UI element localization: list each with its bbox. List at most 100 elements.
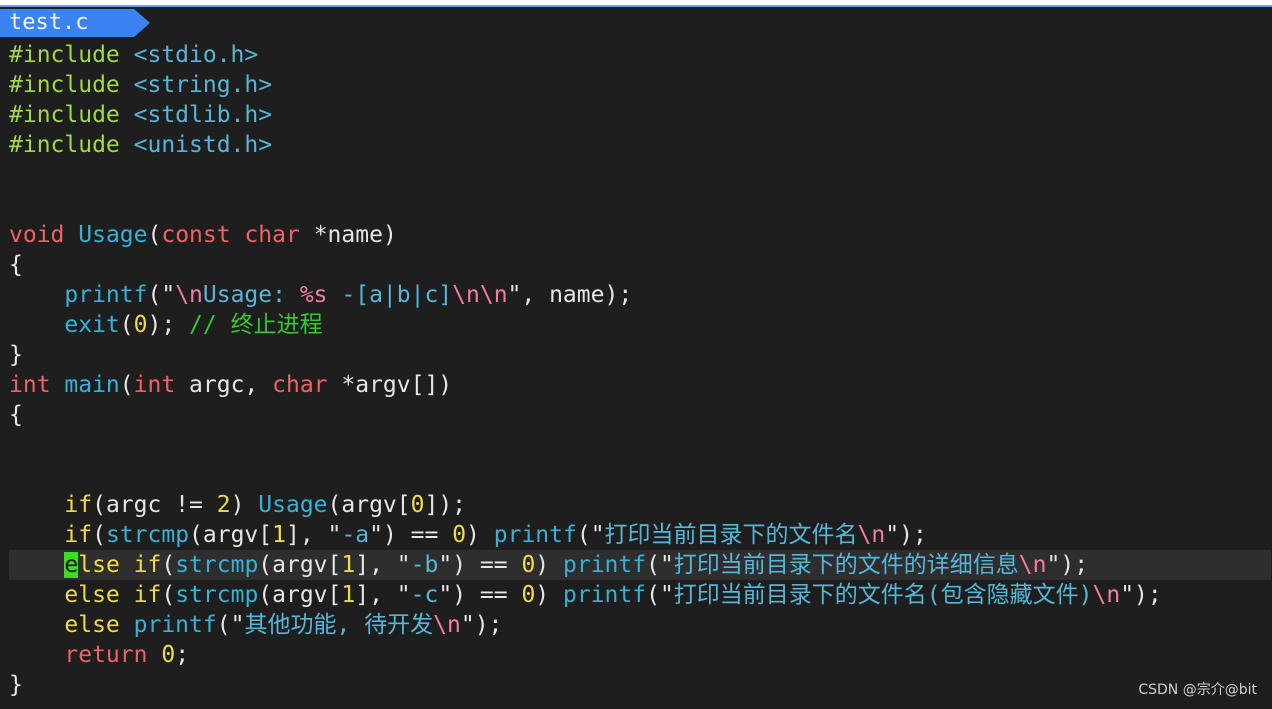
code-token: { — [9, 402, 23, 428]
code-token: (argv[ — [258, 552, 342, 578]
code-token: *argv[]) — [341, 372, 453, 398]
code-token: int — [133, 372, 190, 398]
code-token: "); — [885, 522, 927, 548]
code-token: -c — [410, 582, 439, 608]
code-line[interactable]: } — [9, 670, 1271, 700]
code-token: (" — [646, 552, 674, 578]
code-token: else — [64, 612, 134, 638]
code-line[interactable]: if(argc != 2) Usage(argv[0]); — [9, 490, 1271, 520]
code-token: (argc != — [92, 492, 217, 518]
code-line[interactable]: #include <stdlib.h> — [9, 100, 1271, 130]
code-token: (argv[ — [327, 492, 411, 518]
code-token: ], " — [355, 582, 411, 608]
code-token: ") == — [369, 522, 453, 548]
code-line[interactable]: { — [9, 400, 1271, 430]
code-line[interactable]: exit(0); // 终止进程 — [9, 310, 1271, 340]
code-token: <string.h> — [133, 72, 273, 98]
code-line[interactable]: printf("\nUsage: %s -[a|b|c]\n\n", name)… — [9, 280, 1271, 310]
code-line[interactable]: #include <string.h> — [9, 70, 1271, 100]
code-token: ); — [147, 312, 190, 338]
code-line[interactable] — [9, 190, 1271, 220]
code-token: 其他功能, 待开发 — [244, 612, 434, 638]
code-token: printf — [563, 582, 647, 608]
code-token: (" — [646, 582, 674, 608]
code-token: <unistd.h> — [133, 132, 273, 158]
code-token: #include — [9, 132, 134, 158]
code-token: if — [133, 582, 162, 608]
code-token: ") == — [438, 582, 522, 608]
code-token: int — [9, 372, 65, 398]
code-token: ") == — [438, 552, 522, 578]
code-line[interactable] — [9, 430, 1271, 460]
code-token: <stdlib.h> — [133, 102, 273, 128]
code-token: ]); — [424, 492, 467, 518]
code-line[interactable]: else printf("其他功能, 待开发\n"); — [9, 610, 1271, 640]
code-line[interactable]: } — [9, 340, 1271, 370]
code-token: argc, — [189, 372, 273, 398]
code-token: { — [9, 252, 23, 278]
code-token: %s — [299, 282, 328, 308]
code-token: } — [9, 342, 23, 368]
code-editor[interactable]: #include <stdio.h> #include <string.h> #in… — [9, 40, 1271, 700]
code-token: 打印当前目录下的文件的详细信息 — [673, 552, 1019, 578]
code-line[interactable]: int main(int argc, char *argv[]) — [9, 370, 1271, 400]
code-token: ( — [147, 222, 162, 248]
code-line[interactable] — [9, 460, 1271, 490]
code-token: \n\n — [452, 282, 508, 308]
code-token: ( — [161, 582, 176, 608]
code-token: Usage — [258, 492, 328, 518]
code-token: \n — [1092, 582, 1121, 608]
code-token: else — [64, 582, 134, 608]
code-token: strcmp — [105, 522, 190, 548]
code-line[interactable]: void Usage(const char *name) — [9, 220, 1271, 250]
code-token: -[a|b|c] — [327, 282, 453, 308]
code-token: ( — [161, 552, 176, 578]
code-token: if — [133, 552, 162, 578]
file-tab-label: test.c — [9, 10, 89, 35]
code-token: 2 — [216, 492, 231, 518]
code-token: ) — [535, 552, 563, 578]
code-token: ) — [466, 522, 494, 548]
code-token: \n — [175, 282, 203, 308]
code-line-current[interactable]: else if(strcmp(argv[1], "-b") == 0) prin… — [9, 550, 1271, 580]
code-token: 0 — [521, 582, 536, 608]
code-token: 打印当前目录下的文件名(包含隐藏文件) — [673, 582, 1093, 608]
code-token: printf — [493, 522, 577, 548]
code-token: (argv[ — [189, 522, 273, 548]
file-tab[interactable]: test.c — [0, 9, 150, 37]
code-token: ], " — [286, 522, 342, 548]
code-line[interactable]: { — [9, 250, 1271, 280]
code-line[interactable]: else if(strcmp(argv[1], "-c") == 0) prin… — [9, 580, 1271, 610]
code-line[interactable]: if(strcmp(argv[1], "-a") == 0) printf("打… — [9, 520, 1271, 550]
code-token: return — [64, 642, 162, 668]
code-token: printf — [64, 282, 148, 308]
code-token: (" — [576, 522, 605, 548]
code-token: #include — [9, 102, 134, 128]
code-line[interactable] — [9, 160, 1271, 190]
code-line[interactable]: #include <stdio.h> — [9, 40, 1271, 70]
code-token: 1 — [272, 522, 286, 548]
code-token: strcmp — [175, 582, 259, 608]
code-token: (" — [147, 282, 176, 308]
code-token: void — [9, 222, 79, 248]
code-token: const — [161, 222, 245, 248]
code-token: ) — [230, 492, 259, 518]
code-token: strcmp — [175, 552, 259, 578]
text-cursor: e — [64, 552, 79, 578]
code-token: ( — [92, 522, 106, 548]
code-token: Usage: — [202, 282, 300, 308]
code-line[interactable]: #include <unistd.h> — [9, 130, 1271, 160]
code-line[interactable]: return 0; — [9, 640, 1271, 670]
code-token: exit — [64, 312, 120, 338]
code-token: printf — [133, 612, 217, 638]
code-token: \n — [433, 612, 461, 638]
code-token: (argv[ — [258, 582, 342, 608]
code-token: ; — [175, 642, 190, 668]
code-token: ", name); — [507, 282, 633, 308]
